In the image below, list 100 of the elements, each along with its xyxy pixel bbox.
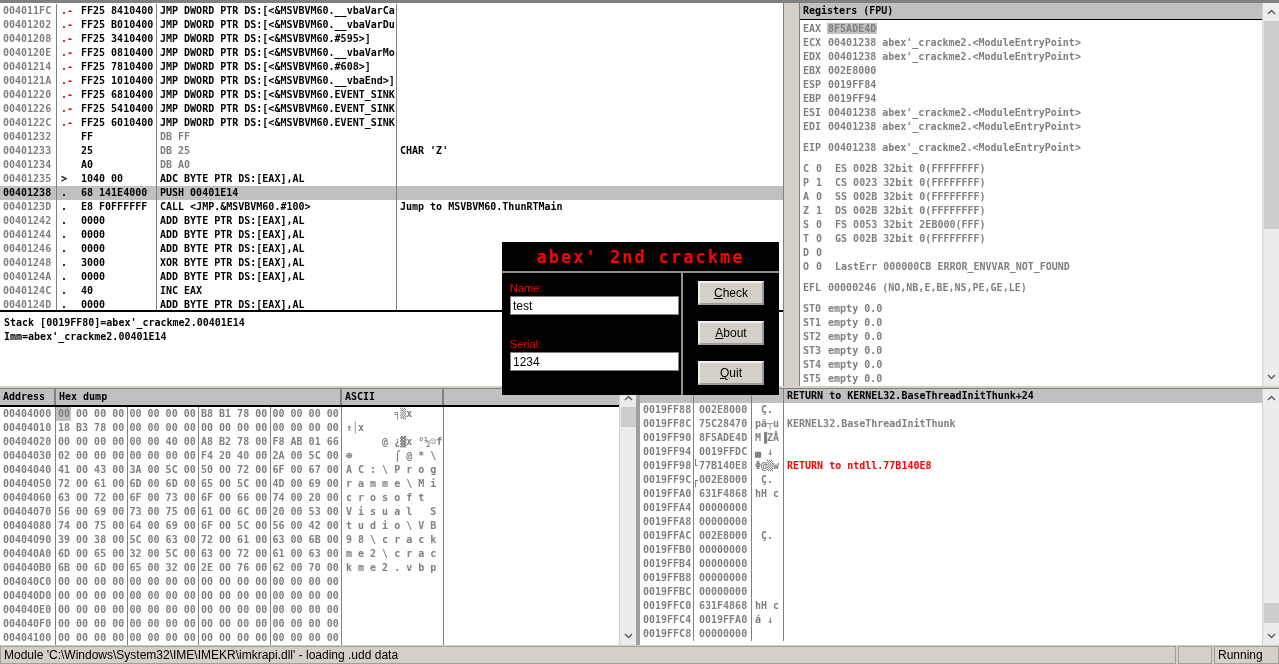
register-value[interactable]: empty 0.0	[827, 303, 884, 314]
code-row[interactable]: 0040124A . 0000 ADD BYTE PTR DS:[EAX],AL	[0, 270, 783, 284]
register-value[interactable]: 0	[815, 247, 824, 258]
column-header[interactable]: Hex dump	[56, 389, 342, 405]
register-value[interactable]: 0	[815, 261, 824, 272]
code-row[interactable]: 0040121A .- FF25 1010400 JMP DWORD PTR DS:[<&MSVBVM60.__vbaEnd>]	[0, 74, 783, 88]
stack-row[interactable]: 0019FFA0 631F4868 hH c	[640, 487, 1262, 501]
code-row[interactable]: 00401233 25 DB 25 CHAR 'Z'	[0, 144, 783, 158]
dialog-button[interactable]: About	[698, 321, 764, 345]
register-value[interactable]: 002E8000	[827, 65, 878, 76]
stack-row[interactable]: 0019FF9C 002E8000 Ç.	[640, 473, 1262, 487]
stack-row[interactable]: 0019FFA4 00000000	[640, 501, 1262, 515]
register-value[interactable]: 0	[815, 219, 824, 230]
register-name: P	[803, 176, 810, 190]
register-value[interactable]: 0019FF84	[827, 79, 878, 90]
status-message: Module 'C:\Windows\System32\IME\IMEKR\imkrapi.dll' - loading .udd data	[0, 646, 1176, 664]
code-row[interactable]: 00401226 .- FF25 5410400 JMP DWORD PTR DS:[<&MSVBVM60.EVENT_SINK	[0, 102, 783, 116]
ascii-cell: 9 8 \ c r a c k	[346, 534, 437, 545]
register-value[interactable]: 0019FF94	[827, 93, 878, 104]
value-cell: 002E8000	[699, 530, 748, 541]
scroll-down-icon[interactable]	[623, 633, 633, 639]
instruction-cell: ADD BYTE PTR DS:[EAX],AL	[160, 243, 305, 254]
code-row[interactable]: 00401214 .- FF25 7810400 JMP DWORD PTR DS:[<&MSVBVM60.#608>]	[0, 60, 783, 74]
scrollbar[interactable]	[1262, 3, 1279, 386]
input-field[interactable]: test	[510, 296, 679, 315]
hex-cell: 6F 00 5C 00	[199, 519, 271, 533]
column-header[interactable]: Address	[0, 389, 56, 405]
code-row[interactable]: 00401242 . 0000 ADD BYTE PTR DS:[EAX],AL	[0, 214, 783, 228]
stack-row[interactable]: RETURN to KERNEL32.BaseThreadInitThunk+24	[640, 389, 1262, 403]
ascii-cell: hH c	[755, 600, 780, 611]
scrollbar[interactable]	[1262, 389, 1279, 645]
hex-cell: 00 00 00 00	[127, 617, 199, 631]
register-comment: abex'_crackme2.<ModuleEntryPoint>	[882, 142, 1081, 153]
code-row[interactable]: 0040123D . E8 F0FFFFFF CALL <JMP.&MSVBVM60.#100> Jump to MSVBVM60.ThunRTMain	[0, 200, 783, 214]
scrollbar-thumb[interactable]	[1263, 21, 1279, 229]
dialog-button[interactable]: Quit	[698, 361, 764, 385]
comment-cell: Jump to MSVBVM60.ThunRTMain	[400, 201, 563, 212]
stack-row[interactable]: 0019FFC0 631F4868 hH c	[640, 599, 1262, 613]
code-row[interactable]: 00401232 FF DB FF	[0, 130, 783, 144]
register-value[interactable]: 00401238	[827, 121, 878, 132]
stack-row[interactable]: 0019FFB8 00000000	[640, 571, 1262, 585]
comment-cell: RETURN to KERNEL32.BaseThreadInitThunk+24	[787, 390, 1034, 401]
stack-row[interactable]: 0019FF98 77B140E8 Φ@▒w RETURN to ntdll.77B140E8	[640, 459, 1262, 473]
pane-splitter[interactable]	[783, 3, 800, 386]
scroll-up-icon[interactable]	[1266, 9, 1276, 15]
register-value[interactable]: 1	[815, 177, 824, 188]
register-value[interactable]: 00401238	[827, 37, 878, 48]
field-label: Name:	[510, 281, 544, 295]
stack-row[interactable]: 0019FF8C 75C28470 pä┬u KERNEL32.BaseThreadInitThunk	[640, 417, 1262, 431]
register-value[interactable]: empty 0.0	[827, 345, 884, 356]
register-value[interactable]: 00000246	[827, 282, 878, 293]
dialog-button[interactable]: Check	[698, 281, 764, 305]
code-row[interactable]: 00401234 A0 DB A0	[0, 158, 783, 172]
code-row[interactable]: 0040122C .- FF25 6010400 JMP DWORD PTR DS:[<&MSVBVM60.EVENT_SINK	[0, 116, 783, 130]
code-row[interactable]: 0040120E .- FF25 0810400 JMP DWORD PTR DS:[<&MSVBVM60.__vbaVarMo	[0, 46, 783, 60]
stack-row[interactable]: 0019FF90 8F5ADE4D M▐ZÅ	[640, 431, 1262, 445]
stack-row[interactable]: 0019FFC8 00000000	[640, 627, 1262, 641]
stack-row[interactable]: 0019FFA8 00000000	[640, 515, 1262, 529]
info-line: Stack [0019FF80]=abex'_crackme2.00401E14	[4, 317, 245, 328]
scroll-down-icon[interactable]	[1266, 633, 1276, 639]
stack-row[interactable]: 0019FFBC 00000000	[640, 585, 1262, 599]
stack-row[interactable]: 0019FFAC 002E8000 Ç.	[640, 529, 1262, 543]
stack-row[interactable]: 0019FF94 0019FFDC ▄ ↓	[640, 445, 1262, 459]
stack-row[interactable]: 0019FFC4 0019FFA0 á ↓	[640, 613, 1262, 627]
stack-row[interactable]: 0019FFB0 00000000	[640, 543, 1262, 557]
register-value[interactable]: 0	[815, 233, 824, 244]
stack-row[interactable]: 0019FFB4 00000000	[640, 557, 1262, 571]
register-comment: abex'_crackme2.<ModuleEntryPoint>	[882, 121, 1081, 132]
register-value[interactable]: 00401238	[827, 142, 878, 153]
scrollbar-thumb[interactable]	[1263, 603, 1279, 623]
hex-cell: FF25 B010400	[81, 18, 154, 32]
scroll-down-icon[interactable]	[1266, 374, 1276, 380]
address-cell: 00404080	[0, 519, 56, 533]
code-row[interactable]: 004011FC .- FF25 8410400 JMP DWORD PTR DS:[<&MSVBVM60.__vbaVarCa	[0, 4, 783, 18]
address-cell: 0019FF88	[643, 404, 692, 415]
register-value[interactable]: empty 0.0	[827, 373, 884, 384]
code-row[interactable]: 00401208 .- FF25 3410400 JMP DWORD PTR DS:[<&MSVBVM60.#595>]	[0, 32, 783, 46]
hex-cell: 00 00 00 00	[199, 617, 271, 631]
hex-cell: 00 00 00 00	[56, 435, 128, 449]
scroll-up-icon[interactable]	[1266, 395, 1276, 401]
register-value[interactable]: 00401238	[827, 51, 878, 62]
code-row[interactable]: 00401202 .- FF25 B010400 JMP DWORD PTR DS:[<&MSVBVM60.__vbaVarDu	[0, 18, 783, 32]
address-cell: 0040120E	[0, 46, 57, 60]
register-value[interactable]: empty 0.0	[827, 359, 884, 370]
column-header[interactable]: ASCII	[342, 389, 444, 405]
register-value[interactable]: 8F5ADE4D	[827, 23, 878, 34]
hex-cell: 00 00 00 00	[270, 603, 342, 617]
register-value[interactable]: empty 0.0	[827, 331, 884, 342]
stack-row[interactable]: 0019FF88 002E8000 Ç.	[640, 403, 1262, 417]
register-value[interactable]: 0	[815, 191, 824, 202]
register-value[interactable]: 00401238	[827, 107, 878, 118]
scrollbar-thumb[interactable]	[620, 407, 636, 427]
register-value[interactable]: 0	[815, 163, 824, 174]
code-row[interactable]: 00401238 . 68 141E4000 PUSH 00401E14	[0, 186, 783, 200]
scroll-up-icon[interactable]	[623, 395, 633, 401]
code-row[interactable]: 00401244 . 0000 ADD BYTE PTR DS:[EAX],AL	[0, 228, 783, 242]
register-value[interactable]: 1	[815, 205, 824, 216]
register-value[interactable]: empty 0.0	[827, 317, 884, 328]
code-row[interactable]: 00401220 .- FF25 6810400 JMP DWORD PTR DS:[<&MSVBVM60.EVENT_SINK	[0, 88, 783, 102]
input-field[interactable]: 1234	[510, 352, 679, 371]
